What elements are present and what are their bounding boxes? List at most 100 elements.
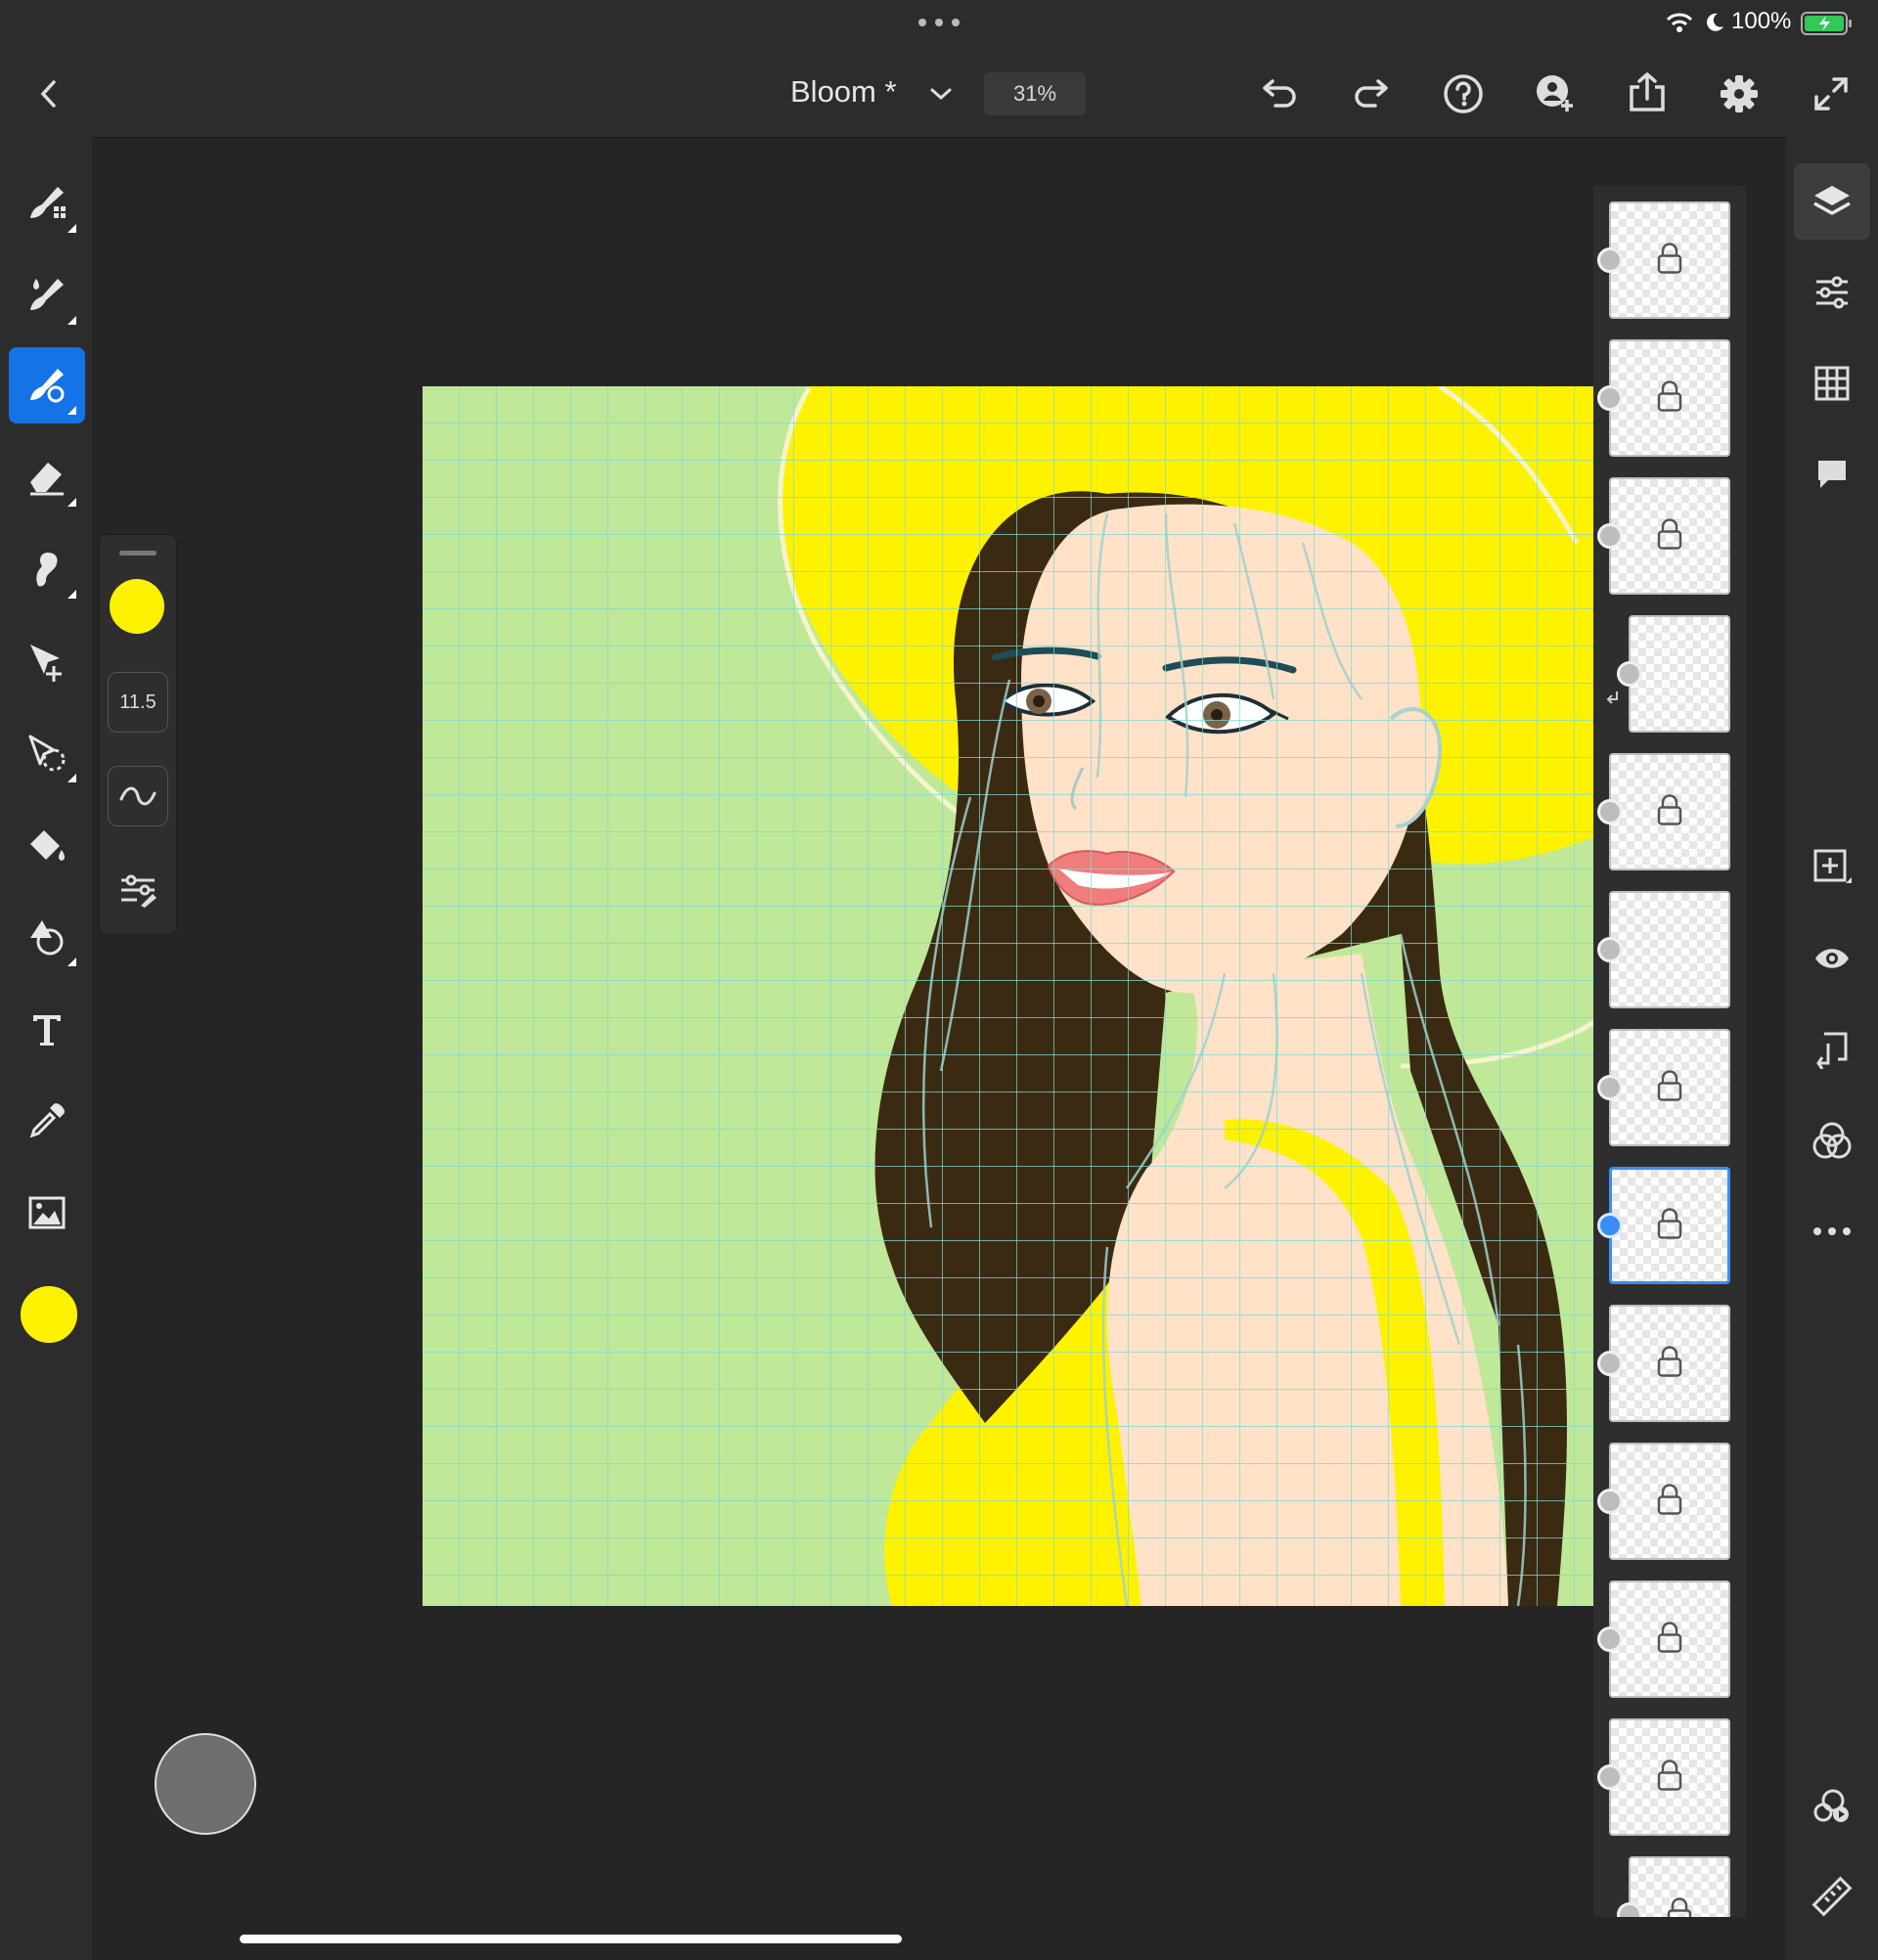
layer-thumbnail[interactable] <box>1609 1029 1730 1146</box>
current-color-swatch[interactable] <box>19 1284 79 1345</box>
layer-select-toggle[interactable] <box>1597 385 1623 411</box>
layer-select-toggle[interactable] <box>1617 661 1642 687</box>
image-tool[interactable] <box>9 1175 85 1251</box>
layer-select-toggle[interactable] <box>1597 1075 1623 1100</box>
pixel-brush-icon <box>30 187 66 218</box>
undo-icon[interactable] <box>1258 72 1301 115</box>
layer-thumbnail[interactable] <box>1609 1305 1730 1422</box>
layer-row[interactable] <box>1593 1581 1746 1702</box>
lock-icon <box>1655 379 1684 418</box>
layer-row[interactable] <box>1593 753 1746 874</box>
comment-icon <box>1818 461 1846 488</box>
shape-tool[interactable] <box>9 899 85 975</box>
merge-down-button[interactable] <box>1803 1020 1861 1079</box>
visibility-button[interactable] <box>1803 929 1861 988</box>
layer-select-toggle[interactable] <box>1597 1351 1623 1376</box>
pixel-brush-tool[interactable] <box>9 165 85 242</box>
eyedropper-tool[interactable] <box>9 1083 85 1159</box>
smoothing-button[interactable] <box>108 766 168 826</box>
layer-select-toggle[interactable] <box>1597 523 1623 549</box>
layers-button[interactable] <box>1794 163 1870 240</box>
layer-row[interactable] <box>1593 1167 1746 1288</box>
layer-properties-icon <box>1816 276 1848 309</box>
blend-button[interactable] <box>1803 1111 1861 1170</box>
merge-down-icon <box>1816 1032 1848 1069</box>
battery-percent: 100% <box>1731 8 1792 34</box>
chevron-down-icon[interactable] <box>923 76 959 111</box>
text-tool[interactable] <box>9 991 85 1067</box>
battery-icon <box>1800 10 1855 37</box>
layers-icon <box>1813 186 1851 215</box>
layer-thumbnail[interactable] <box>1609 201 1730 319</box>
lock-icon <box>1655 1207 1684 1245</box>
wifi-icon <box>1665 10 1694 35</box>
layer-select-toggle[interactable] <box>1597 247 1623 273</box>
layer-row[interactable] <box>1593 1029 1746 1150</box>
layer-select-toggle[interactable] <box>1597 1764 1623 1790</box>
layer-row[interactable] <box>1593 891 1746 1012</box>
live-brush-icon <box>30 279 64 310</box>
layer-select-toggle[interactable] <box>1597 1489 1623 1514</box>
drawing-canvas[interactable] <box>423 386 1594 1606</box>
live-brush-tool[interactable] <box>9 257 85 334</box>
layer-select-toggle[interactable] <box>1597 1626 1623 1652</box>
zoom-level[interactable]: 31% <box>984 72 1086 115</box>
eraser-tool[interactable] <box>9 439 85 515</box>
back-icon[interactable] <box>29 74 68 113</box>
layer-row[interactable] <box>1593 1305 1746 1426</box>
panel-drag-handle[interactable] <box>119 551 156 556</box>
layer-row[interactable] <box>1593 615 1746 736</box>
layer-thumbnail[interactable] <box>1609 339 1730 457</box>
fullscreen-icon[interactable] <box>1810 72 1853 115</box>
more-button[interactable] <box>1803 1202 1861 1261</box>
layer-row[interactable] <box>1593 1856 1746 1917</box>
layer-thumbnail[interactable] <box>1609 1718 1730 1836</box>
smudge-tool[interactable] <box>9 531 85 607</box>
blend-icon <box>1812 1122 1852 1159</box>
layer-thumbnail[interactable] <box>1609 1167 1730 1284</box>
brush-settings-button[interactable] <box>113 866 162 914</box>
comment-button[interactable] <box>1803 445 1861 504</box>
layer-row[interactable] <box>1593 339 1746 461</box>
multitasking-dots-icon[interactable] <box>916 12 962 33</box>
layer-thumbnail[interactable] <box>1609 891 1730 1008</box>
touch-modifier-button[interactable] <box>155 1733 256 1835</box>
moon-icon <box>1702 10 1727 35</box>
lock-icon <box>1655 1621 1684 1659</box>
clipping-mask-icon <box>1605 690 1619 714</box>
ruler-button[interactable] <box>1803 1867 1861 1926</box>
layer-thumbnail[interactable] <box>1609 477 1730 595</box>
transform-tool[interactable] <box>9 623 85 699</box>
layer-select-toggle[interactable] <box>1597 937 1623 962</box>
fill-tool[interactable] <box>9 807 85 883</box>
add-layer-icon <box>1813 849 1852 883</box>
brush-color-swatch[interactable] <box>110 579 164 634</box>
brush-size-field[interactable]: 11.5 <box>108 672 168 733</box>
layer-row[interactable] <box>1593 477 1746 599</box>
layer-thumbnail[interactable] <box>1629 615 1730 733</box>
layer-thumbnail[interactable] <box>1609 753 1730 870</box>
layer-thumbnail[interactable] <box>1609 1443 1730 1560</box>
vector-brush-tool[interactable] <box>9 347 85 423</box>
layer-select-toggle[interactable] <box>1597 1213 1623 1238</box>
layer-properties-button[interactable] <box>1803 263 1861 322</box>
layer-thumbnail[interactable] <box>1609 1581 1730 1698</box>
grid-button[interactable] <box>1803 354 1861 413</box>
layer-select-toggle[interactable] <box>1597 799 1623 824</box>
selection-tool[interactable] <box>9 715 85 791</box>
more-icon <box>1813 1227 1851 1235</box>
layer-row[interactable] <box>1593 201 1746 323</box>
invite-icon[interactable] <box>1532 70 1579 117</box>
share-icon[interactable] <box>1624 68 1671 115</box>
settings-icon[interactable] <box>1716 70 1763 117</box>
add-layer-button[interactable] <box>1803 838 1861 897</box>
visibility-icon <box>1815 949 1849 968</box>
help-icon[interactable] <box>1440 70 1487 117</box>
history-button[interactable] <box>1803 1776 1861 1835</box>
layer-thumbnail[interactable] <box>1629 1856 1730 1917</box>
redo-icon[interactable] <box>1350 72 1393 115</box>
document-title[interactable]: Bloom * <box>790 74 897 110</box>
layer-row[interactable] <box>1593 1718 1746 1840</box>
layer-row[interactable] <box>1593 1443 1746 1564</box>
home-indicator <box>240 1935 902 1943</box>
